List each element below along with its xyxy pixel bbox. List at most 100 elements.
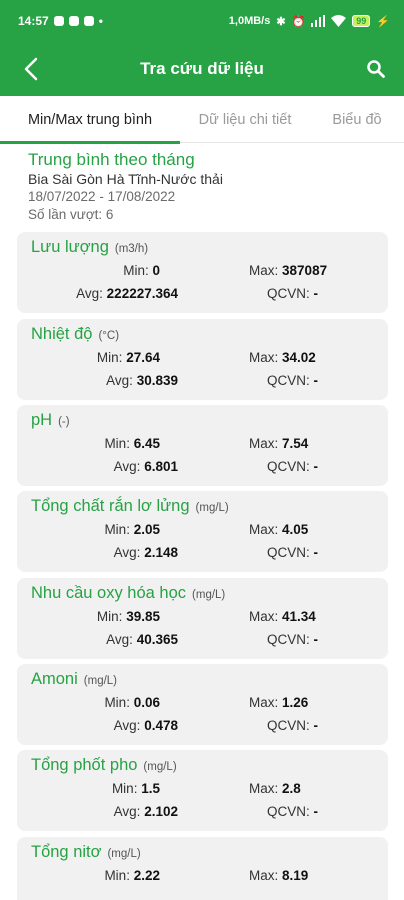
status-bar: 14:57 • 1,0MB/s ✱ ⏰ 99 ⚡ [0, 0, 404, 42]
parameter-card: Nhiệt độ (°C) Min: 27.64 Max: 34.02 Avg: 30.… [17, 319, 388, 400]
max-label: Max: [249, 436, 279, 451]
station-name: Bia Sài Gòn Hà Tĩnh-Nước thải [28, 171, 223, 187]
parameter-card: Lưu lượng (m3/h) Min: 0 Max: 387087 Avg: 222… [17, 232, 388, 313]
qcvn-number: - [313, 286, 319, 301]
parameter-name: Tổng phốt pho (mg/L) [31, 756, 177, 775]
min-value: Min: 39.85 [97, 609, 160, 624]
avg-label: Avg: [113, 804, 141, 819]
tab-chart[interactable]: Biểu đồ [310, 96, 404, 143]
max-value: Max: 41.34 [249, 609, 316, 624]
back-button[interactable] [16, 54, 46, 84]
avg-label: Avg: [113, 459, 141, 474]
qcvn-number: - [313, 718, 319, 733]
tab-bar: Min/Max trung bình Dữ liệu chi tiết Biểu… [0, 96, 404, 144]
max-number: 387087 [282, 263, 328, 278]
avg-number: 222227.364 [106, 286, 178, 301]
min-value: Min: 27.64 [97, 350, 160, 365]
max-label: Max: [249, 522, 279, 537]
qcvn-label: QCVN: [267, 286, 310, 301]
max-number: 1.26 [282, 695, 309, 710]
max-value: Max: 7.54 [249, 436, 308, 451]
parameter-name: Lưu lượng (m3/h) [31, 238, 148, 257]
min-number: 39.85 [126, 609, 160, 624]
min-label: Min: [104, 868, 130, 883]
app-bar: 14:57 • 1,0MB/s ✱ ⏰ 99 ⚡ Tra cứu dữ liệu [0, 0, 404, 96]
qcvn-value: QCVN: - [267, 459, 318, 474]
max-number: 2.8 [282, 781, 301, 796]
battery-icon: 99 [352, 15, 371, 27]
max-label: Max: [249, 350, 279, 365]
min-number: 1.5 [141, 781, 160, 796]
avg-number: 2.148 [144, 545, 178, 560]
parameter-title: Tổng chất rắn lơ lửng [31, 497, 190, 515]
max-number: 7.54 [282, 436, 309, 451]
avg-label: Avg: [113, 545, 141, 560]
qcvn-label: QCVN: [267, 459, 310, 474]
avg-value: Avg: 2.102 [114, 804, 178, 819]
qcvn-value: QCVN: - [267, 373, 318, 388]
avg-label: Avg: [113, 718, 141, 733]
max-value: Max: 34.02 [249, 350, 316, 365]
min-value: Min: 2.05 [104, 522, 160, 537]
parameter-title: Tổng nitơ [31, 843, 102, 861]
more-dot-icon: • [98, 14, 103, 28]
qcvn-number: - [313, 545, 319, 560]
parameter-unit: (mg/L) [83, 675, 118, 687]
min-label: Min: [104, 436, 130, 451]
qcvn-number: - [313, 459, 319, 474]
avg-number: 40.365 [136, 632, 178, 647]
min-label: Min: [96, 609, 123, 624]
qcvn-label: QCVN: [267, 718, 310, 733]
network-speed: 1,0MB/s [228, 15, 271, 27]
max-value: Max: 4.05 [249, 522, 308, 537]
parameter-card: Tổng chất rắn lơ lửng (mg/L) Min: 2.05 Max:… [17, 491, 388, 572]
min-value: Min: 1.5 [112, 781, 160, 796]
parameter-unit: (-) [58, 416, 70, 428]
max-label: Max: [249, 609, 279, 624]
min-label: Min: [123, 263, 149, 278]
wifi-icon [331, 15, 347, 27]
parameter-unit: (mg/L) [195, 502, 229, 514]
exceed-count: Số lần vượt: 6 [28, 207, 114, 222]
parameter-name: Amoni (mg/L) [31, 670, 117, 689]
bluetooth-icon: ✱ [276, 15, 286, 28]
parameter-name: pH (-) [31, 411, 70, 430]
avg-number: 30.839 [136, 373, 178, 388]
summary-block: Trung bình theo tháng Bia Sài Gòn Hà Tĩn… [28, 150, 388, 224]
qcvn-label: QCVN: [267, 804, 310, 819]
alarm-icon: ⏰ [291, 15, 306, 28]
qcvn-value: QCVN: - [267, 718, 318, 733]
page-title: Tra cứu dữ liệu [140, 59, 264, 78]
chevron-left-icon [24, 57, 38, 81]
min-number: 6.45 [133, 436, 160, 451]
parameter-card: Amoni (mg/L) Min: 0.06 Max: 1.26 Avg: 0.478 Q… [17, 664, 388, 745]
signal-icon [311, 15, 326, 27]
tab-detail-data[interactable]: Dữ liệu chi tiết [180, 96, 310, 143]
tab-min-max[interactable]: Min/Max trung bình [0, 96, 180, 144]
avg-number: 6.801 [144, 459, 178, 474]
parameter-name: Nhiệt độ (°C) [31, 325, 119, 344]
qcvn-label: QCVN: [267, 373, 310, 388]
date-range: 18/07/2022 - 17/08/2022 [28, 189, 176, 204]
min-number: 27.64 [126, 350, 160, 365]
title-bar: Tra cứu dữ liệu [0, 42, 404, 96]
parameter-name: Nhu cầu oxy hóa học (mg/L) [31, 584, 225, 603]
avg-value: Avg: 6.801 [114, 459, 178, 474]
qcvn-value: QCVN: - [267, 545, 318, 560]
qcvn-label: QCVN: [267, 632, 310, 647]
avg-number: 2.102 [144, 804, 178, 819]
parameter-card: Tổng phốt pho (mg/L) Min: 1.5 Max: 2.8 Avg: … [17, 750, 388, 831]
qcvn-number: - [313, 373, 319, 388]
search-button[interactable] [362, 55, 390, 83]
max-number: 8.19 [282, 868, 309, 883]
parameter-unit: (°C) [98, 330, 120, 342]
max-value: Max: 1.26 [249, 695, 308, 710]
qcvn-number: - [313, 804, 319, 819]
min-number: 0 [152, 263, 160, 278]
avg-number: 0.478 [144, 718, 178, 733]
max-value: Max: 387087 [249, 263, 327, 278]
min-label: Min: [96, 350, 123, 365]
min-number: 2.05 [133, 522, 160, 537]
parameter-title: pH [31, 411, 53, 429]
parameter-name: Tổng nitơ (mg/L) [31, 843, 141, 862]
